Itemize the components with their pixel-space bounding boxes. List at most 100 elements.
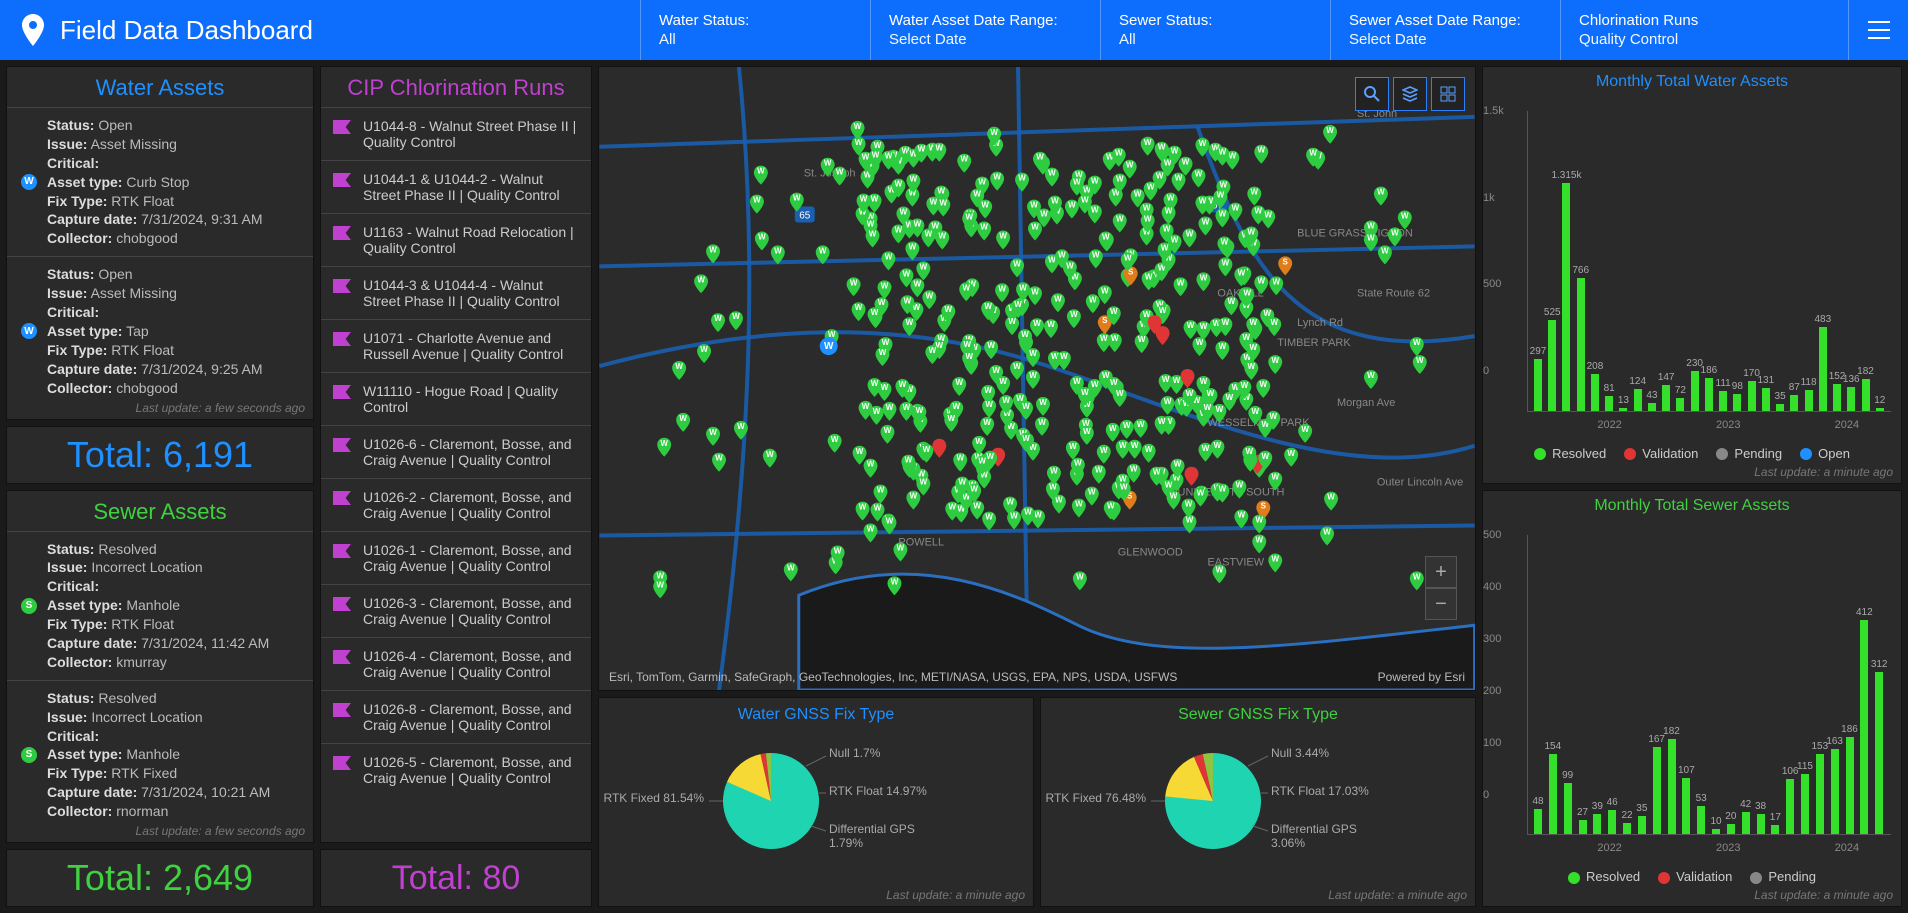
svg-text:W: W [885,252,893,261]
cip-item[interactable]: U1071 - Charlotte Avenue and Russell Ave… [321,319,591,372]
svg-text:W: W [819,246,827,255]
asset-item[interactable]: WStatus: OpenIssue: Asset MissingCritica… [7,107,313,256]
svg-text:W: W [973,190,981,199]
svg-text:W: W [1110,307,1118,316]
svg-text:W: W [753,196,761,205]
svg-text:W: W [1095,466,1103,475]
svg-text:W: W [1165,481,1173,490]
svg-text:W: W [978,457,986,466]
map-canvas[interactable]: St. JohnSt. JosephOAKHILLBLUE GRASS PIGE… [599,67,1475,690]
header-filter-0[interactable]: Water Status:All [640,0,870,60]
map-search-button[interactable] [1355,77,1389,111]
header-filter-1[interactable]: Water Asset Date Range:Select Date [870,0,1100,60]
cip-item[interactable]: U1026-1 - Claremont, Bosse, and Craig Av… [321,531,591,584]
svg-text:W: W [867,219,875,228]
svg-text:W: W [909,242,917,251]
svg-text:W: W [1271,473,1279,482]
svg-text:W: W [1256,516,1264,525]
svg-text:W: W [874,141,882,150]
cip-item[interactable]: U1026-4 - Claremont, Bosse, and Craig Av… [321,637,591,690]
svg-text:W: W [1040,210,1048,219]
svg-text:W: W [1126,161,1134,170]
svg-text:W: W [1021,330,1029,339]
cip-item[interactable]: U1026-3 - Claremont, Bosse, and Craig Av… [321,584,591,637]
header-filter-4[interactable]: Chlorination RunsQuality Control [1560,0,1790,60]
zoom-in-button[interactable]: + [1425,556,1457,588]
svg-text:GLENWOOD: GLENWOOD [1118,546,1183,558]
svg-text:W: W [1101,286,1109,295]
flag-icon [333,597,351,611]
cip-item[interactable]: U1026-6 - Claremont, Bosse, and Craig Av… [321,425,591,478]
legend-item[interactable]: Validation [1624,446,1698,461]
asset-item[interactable]: SStatus: ResolvedIssue: Incorrect Locati… [7,531,313,680]
header-filter-2[interactable]: Sewer Status:All [1100,0,1330,60]
map-panel[interactable]: St. JohnSt. JosephOAKHILLBLUE GRASS PIGE… [598,66,1476,691]
legend-item[interactable]: Resolved [1568,869,1640,884]
zoom-out-button[interactable]: − [1425,588,1457,620]
svg-text:W: W [1138,335,1146,344]
cip-item[interactable]: U1026-8 - Claremont, Bosse, and Craig Av… [321,690,591,743]
svg-text:W: W [1034,511,1042,520]
svg-text:W: W [1038,418,1046,427]
water-bar-chart[interactable]: 05001k1.5k2975251.315k766208811312443147… [1483,93,1901,442]
water-asset-list[interactable]: WStatus: OpenIssue: Asset MissingCritica… [7,107,313,399]
svg-text:W: W [1100,334,1108,343]
svg-text:W: W [1111,334,1119,343]
water-pie-update: Last update: a minute ago [599,886,1033,906]
svg-text:W: W [987,341,995,350]
bars: 4815499273946223516718210753102042381710… [1527,535,1891,836]
cip-item[interactable]: W11110 - Hogue Road | Quality Control [321,372,591,425]
svg-text:S: S [1283,257,1288,266]
svg-text:W: W [675,362,683,371]
cip-item[interactable]: U1163 - Walnut Road Relocation | Quality… [321,213,591,266]
map-basemap-button[interactable] [1431,77,1465,111]
svg-text:W: W [906,318,914,327]
header-filter-3[interactable]: Sewer Asset Date Range:Select Date [1330,0,1560,60]
cip-item[interactable]: U1044-8 - Walnut Street Phase II | Quali… [321,107,591,160]
cip-item[interactable]: U1044-1 & U1044-2 - Walnut Street Phase … [321,160,591,213]
asset-item[interactable]: WStatus: OpenIssue: Asset MissingCritica… [7,256,313,398]
svg-text:W: W [886,517,894,526]
svg-text:W: W [900,208,908,217]
cip-item[interactable]: U1026-5 - Claremont, Bosse, and Craig Av… [321,743,591,796]
legend-item[interactable]: Validation [1658,869,1732,884]
cip-item[interactable]: U1044-3 & U1044-4 - Walnut Street Phase … [321,266,591,319]
svg-text:W: W [1165,207,1173,216]
svg-text:W: W [1167,194,1175,203]
svg-text:W: W [1323,527,1331,536]
svg-text:W: W [757,167,765,176]
svg-text:W: W [1091,380,1099,389]
legend-item[interactable]: Pending [1750,869,1816,884]
menu-button[interactable] [1848,0,1908,60]
svg-text:W: W [1219,210,1227,219]
svg-text:W: W [923,445,931,454]
map-powered-by: Powered by Esri [1378,670,1465,684]
water-assets-title: Water Assets [7,67,313,107]
cip-list[interactable]: U1044-8 - Walnut Street Phase II | Quali… [321,107,591,842]
svg-text:W: W [1216,565,1224,574]
svg-text:W: W [885,152,893,161]
cip-item[interactable]: U1026-2 - Claremont, Bosse, and Craig Av… [321,478,591,531]
svg-text:W: W [1186,516,1194,525]
sewer-bar-chart[interactable]: 0100200300400500481549927394622351671821… [1483,517,1901,866]
svg-text:W: W [1074,459,1082,468]
flag-icon [333,544,351,558]
svg-text:W: W [1271,356,1279,365]
cip-panel: CIP Chlorination Runs U1044-8 - Walnut S… [320,66,592,843]
svg-text:W: W [1244,288,1252,297]
svg-text:W: W [897,543,905,552]
svg-text:W: W [856,447,864,456]
svg-text:W: W [1309,149,1317,158]
sewer-asset-list[interactable]: SStatus: ResolvedIssue: Incorrect Locati… [7,531,313,823]
legend-item[interactable]: Resolved [1534,446,1606,461]
asset-item[interactable]: SStatus: ResolvedIssue: Incorrect Locati… [7,680,313,822]
svg-text:W: W [1248,227,1256,236]
svg-text:W: W [1039,398,1047,407]
legend-item[interactable]: Pending [1716,446,1782,461]
header: Field Data Dashboard Water Status:AllWat… [0,0,1908,60]
svg-text:W: W [1270,318,1278,327]
legend-item[interactable]: Open [1800,446,1850,461]
svg-text:W: W [981,201,989,210]
svg-text:W: W [1033,319,1041,328]
map-layers-button[interactable] [1393,77,1427,111]
